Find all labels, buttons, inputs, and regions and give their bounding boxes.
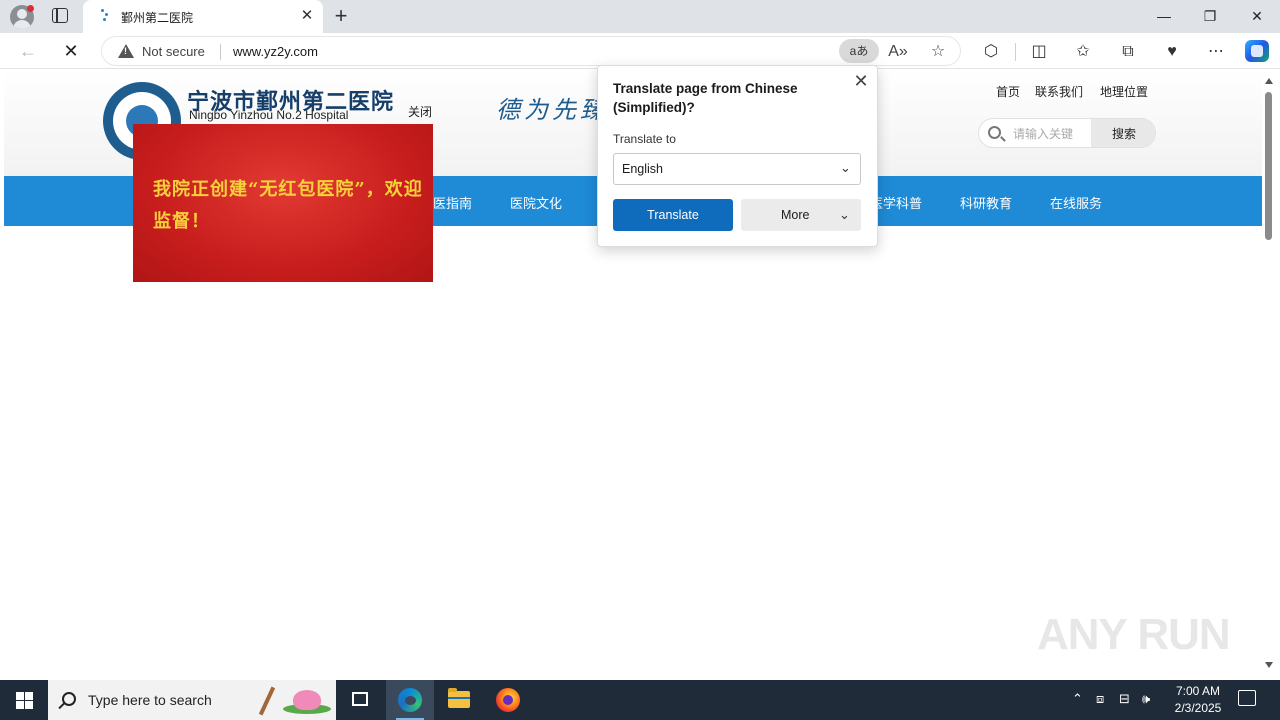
top-link-location[interactable]: 地理位置 [1100,83,1148,100]
favorite-star-icon[interactable]: ☆ [928,42,948,62]
close-icon[interactable]: ✕ [851,71,871,91]
more-button[interactable]: More ⌄ [741,199,861,231]
search-icon [62,692,76,706]
minimize-button[interactable]: — [1141,4,1187,28]
firefox-icon[interactable] [484,680,532,720]
floating-ad-banner[interactable]: 我院正创建“无红包医院”，欢迎监督！ [133,124,433,282]
translate-to-label: Translate to [613,132,676,146]
url-text[interactable]: www.yz2y.com [233,44,318,59]
scroll-down-arrow-icon[interactable] [1265,662,1273,668]
volume-icon[interactable]: 🕪 [1142,691,1150,707]
nav-item-online[interactable]: 在线服务 [1050,193,1102,212]
windows-taskbar: Type here to search ⌃ ⧈ ⊟ 🕪 7:00 AM 2/3/… [0,680,1280,720]
nav-item-culture[interactable]: 医院文化 [510,193,562,212]
warning-icon[interactable] [118,44,134,58]
translate-dialog: Translate page from Chinese (Simplified)… [597,65,878,247]
translate-icon[interactable]: aあ [839,39,879,63]
taskbar-search[interactable]: Type here to search [48,680,336,720]
meet-now-icon[interactable]: ⧈ [1096,691,1104,707]
clock[interactable]: 7:00 AM 2/3/2025 [1166,683,1230,717]
edge-taskbar-icon[interactable] [386,680,434,720]
profile-notification-dot [27,5,34,12]
translate-button[interactable]: Translate [613,199,733,231]
network-icon[interactable]: ⊟ [1119,691,1130,707]
task-view-icon[interactable] [336,680,384,720]
page-scrollbar[interactable] [1262,70,1276,676]
favorites-icon[interactable]: ✩ [1072,41,1094,63]
back-button[interactable]: ← [15,38,41,64]
close-ad-link[interactable]: 关闭 [408,103,432,120]
language-select[interactable]: English ⌄ [613,153,861,185]
chevron-down-icon: ⌄ [840,160,851,175]
search-input[interactable] [1013,125,1089,143]
file-explorer-icon[interactable] [435,680,483,720]
translate-title: Translate page from Chinese (Simplified)… [613,81,798,115]
scroll-up-arrow-icon[interactable] [1265,78,1273,84]
notifications-icon[interactable] [1238,690,1256,706]
browser-essentials-icon[interactable]: ♥ [1161,41,1183,63]
extensions-icon[interactable]: ⬡ [980,41,1002,63]
nav-item-research[interactable]: 科研教育 [960,193,1012,212]
watermark: ANY RUN [1037,610,1231,659]
nav-item-guide[interactable]: 医指南 [433,193,472,212]
hospital-name-english: Ningbo Yinzhou No.2 Hospital [189,108,349,122]
profile-head [17,9,27,19]
tab-close-icon[interactable]: ✕ [299,8,315,24]
taskbar-search-placeholder: Type here to search [88,692,212,708]
search-button[interactable]: 搜索 [1091,119,1155,147]
more-icon[interactable]: ⋯ [1205,41,1227,63]
windows-start-icon[interactable] [0,680,48,720]
site-search: 搜索 [978,118,1156,148]
ad-text: 我院正创建“无红包医院”，欢迎监督！ [153,179,423,232]
close-window-button[interactable]: ✕ [1234,4,1280,28]
tab-title: 鄞州第二医院 [121,11,194,25]
clock-time: 7:00 AM [1175,684,1221,698]
stop-loading-button[interactable]: ✕ [58,38,84,64]
chevron-down-icon: ⌄ [839,207,850,222]
split-screen-icon[interactable]: ◫ [1028,41,1050,63]
toolbar-separator [1015,43,1016,61]
top-link-contact[interactable]: 联系我们 [1035,83,1083,100]
scroll-thumb[interactable] [1265,92,1272,240]
address-separator [220,44,221,60]
more-label: More [781,208,810,222]
clock-date: 2/3/2025 [1174,701,1222,715]
tray-chevron-icon[interactable]: ⌃ [1072,691,1083,707]
address-bar[interactable]: Not secure www.yz2y.com aあ A» ☆ [101,36,961,66]
browser-toolbar: ← ✕ Not secure www.yz2y.com aあ A» ☆ ⬡ ◫ … [0,33,1280,69]
search-highlight-image [258,684,333,716]
search-icon [988,126,1001,139]
profile-body [13,20,31,29]
new-tab-button[interactable]: + [331,4,351,28]
security-label[interactable]: Not secure [142,44,205,59]
restore-button[interactable]: ❐ [1187,4,1233,28]
top-link-home[interactable]: 首页 [996,83,1020,100]
tab-bar: 鄞州第二医院 ✕ + — ❐ ✕ [0,0,1280,33]
selected-language: English [622,162,663,176]
read-aloud-icon[interactable]: A» [888,42,908,62]
site-favicon-icon [101,9,111,21]
motto-calligraphy: 德为先臻 [496,96,608,124]
active-tab[interactable]: 鄞州第二医院 ✕ [83,0,323,33]
tab-actions-icon[interactable] [52,8,68,23]
copilot-icon[interactable] [1245,40,1269,62]
collections-icon[interactable]: ⧉ [1117,41,1139,63]
